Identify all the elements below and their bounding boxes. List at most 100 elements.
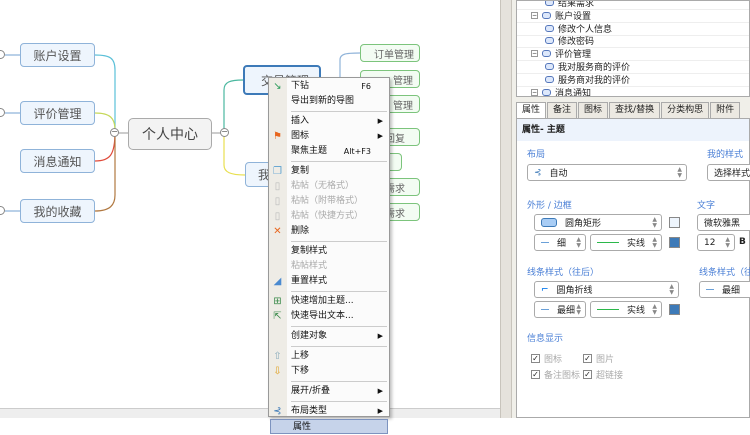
submenu-arrow-icon: ▶ [377, 407, 383, 415]
tree-item-label: 服务商对我的评价 [558, 75, 631, 86]
border-width-select[interactable]: 细 ▲ ▼ [534, 234, 586, 251]
mindmap-canvas[interactable]: − − 个人中心 账户设置 评价管理 消息通知 我的收藏 交易管理 我 订单管理… [0, 0, 500, 418]
collapse-toggle-right[interactable]: − [220, 128, 229, 137]
context-menu: ↘ 下钻 F6 导出到新的导图 插入 ▶ ⚑ 图标 ▶ 聚焦主题 Alt+F3 ❐ 复制 ▯ 粘帖（无格式）… [268, 77, 390, 434]
menu-item[interactable]: ▯ 粘帖（无格式） [269, 179, 389, 194]
show-icon-checkbox[interactable]: ✓ 图标 [531, 352, 562, 365]
tab-0[interactable]: 属性 [516, 102, 547, 118]
shape-select[interactable]: 圆角矩形 ▲ ▼ [534, 214, 662, 231]
tab-3[interactable]: 查找/替换 [609, 102, 661, 118]
menu-item[interactable]: 属性 [270, 419, 388, 434]
central-topic[interactable]: 个人中心 [128, 118, 212, 150]
topic-icon [545, 75, 554, 83]
collapse-toggle-left[interactable]: − [110, 128, 119, 137]
show-hyperlink-checkbox[interactable]: ✓ 超链接 [583, 368, 623, 381]
add-topic-icon: ⊞ [273, 296, 282, 307]
menu-item[interactable]: ↘ 下钻 F6 [269, 79, 389, 94]
menu-item[interactable]: ❐ 复制 [269, 164, 389, 179]
menu-shortcut: F6 [361, 82, 371, 91]
tree-item[interactable]: − 消息通知 [531, 86, 592, 97]
export-text-icon: ⇱ [273, 311, 282, 322]
line-before-width-select[interactable]: 最细 [699, 281, 750, 298]
menu-item[interactable]: ⇱ 快速导出文本... [269, 309, 389, 324]
line-width-select[interactable]: 最细 ▲ ▼ [534, 301, 586, 318]
tree-item[interactable]: − 评价管理 [531, 47, 591, 60]
menu-item-label: 上移 [291, 351, 310, 361]
menu-item[interactable]: ⊰ 布局类型 ▶ [269, 404, 389, 419]
border-color-swatch[interactable] [669, 237, 680, 248]
bold-button[interactable]: B [739, 237, 746, 247]
vertical-scrollbar[interactable] [500, 0, 512, 418]
tree-collapse-icon[interactable]: − [531, 88, 538, 96]
panel-tabs: 属性 备注 图标 查找/替换 分类构思 附件 [516, 102, 750, 118]
menu-item-label: 聚焦主题 [291, 146, 328, 156]
rounded-rect-icon [541, 218, 557, 227]
paste-icon: ▯ [274, 196, 281, 207]
menu-item[interactable]: ◢ 重置样式 [269, 274, 389, 289]
paste-icon: ▯ [274, 211, 281, 222]
tree-item[interactable]: − 账户设置 [531, 9, 591, 22]
tab-4[interactable]: 分类构思 [661, 102, 710, 118]
eraser-icon: ◢ [273, 276, 282, 287]
menu-item-label: 创建对象 [291, 331, 328, 341]
menu-item[interactable]: ▯ 粘帖（快捷方式） [269, 209, 389, 224]
line-color-swatch[interactable] [669, 304, 680, 315]
subtopic-node[interactable]: 订单管理 [360, 44, 420, 62]
tree-item[interactable]: 结果需求 [545, 1, 594, 9]
menu-item-label: 属性 [293, 422, 312, 432]
menu-item[interactable]: ⇧ 上移 [269, 349, 389, 364]
menu-item[interactable]: 粘帖样式 [269, 259, 389, 274]
show-note-icon-checkbox[interactable]: ✓ 备注图标 [531, 368, 580, 381]
topic-node[interactable]: 消息通知 [20, 149, 95, 173]
menu-item[interactable]: 展开/折叠 ▶ [269, 384, 389, 399]
tab-2[interactable]: 图标 [578, 102, 609, 118]
tree-item-label: 账户设置 [555, 11, 592, 22]
show-image-checkbox[interactable]: ✓ 图片 [583, 352, 614, 365]
tab-1[interactable]: 备注 [547, 102, 578, 118]
topic-node[interactable]: 账户设置 [20, 43, 95, 67]
menu-item[interactable]: ⚑ 图标 ▶ [269, 129, 389, 144]
topic-icon [542, 50, 551, 58]
elbow-line-icon: ⌐ [541, 284, 549, 295]
menu-item-label: 导出到新的导图 [291, 96, 355, 106]
tree-item[interactable]: 我对服务商的评价 [545, 60, 630, 73]
tree-item[interactable]: 修改密码 [545, 34, 594, 47]
line-after-label: 线条样式（往后） [527, 268, 600, 278]
menu-item-label: 快速导出文本... [291, 311, 354, 321]
menu-item[interactable]: ✕ 删除 [269, 224, 389, 239]
menu-item[interactable]: 创建对象 ▶ [269, 329, 389, 344]
layout-select[interactable]: ⊰ 自动 ▲ ▼ [527, 164, 687, 181]
menu-item[interactable]: ▯ 粘帖（附带格式） [269, 194, 389, 209]
tree-item[interactable]: 服务商对我的评价 [545, 73, 630, 86]
menu-item-label: 下移 [291, 366, 310, 376]
text-label: 文字 [697, 201, 716, 211]
tree-item[interactable]: 修改个人信息 [545, 22, 612, 35]
fill-color-swatch[interactable] [669, 217, 680, 228]
tab-5[interactable]: 附件 [710, 102, 741, 118]
line-shape-select[interactable]: ⌐ 圆角折线 ▲ ▼ [534, 281, 679, 298]
menu-item-label: 粘帖（无格式） [291, 181, 355, 191]
menu-separator [291, 326, 387, 327]
tree-collapse-icon[interactable]: − [531, 50, 538, 58]
my-style-select[interactable]: 选择样式并应用 [707, 164, 750, 181]
font-size-select[interactable]: 12 ▲ ▼ [697, 234, 735, 251]
menu-item[interactable]: ⇩ 下移 [269, 364, 389, 379]
horizontal-scrollbar[interactable] [0, 408, 500, 418]
outline-tree: 结果需求 − 账户设置 修改个人信息 修改密码 − 评价管理 我对服务商的评价 服务商对我的评价… [516, 0, 750, 97]
tree-item-label: 消息通知 [555, 88, 592, 97]
line-style-select[interactable]: 实线 ▲ ▼ [590, 301, 662, 318]
menu-item[interactable]: 复制样式 [269, 244, 389, 259]
menu-item[interactable]: 插入 ▶ [269, 114, 389, 129]
topic-node[interactable]: 我的收藏 [20, 199, 95, 223]
delete-icon: ✕ [273, 226, 282, 237]
line-before-label: 线条样式（往前） [699, 268, 750, 278]
topic-node[interactable]: 评价管理 [20, 101, 95, 125]
menu-item[interactable]: 聚焦主题 Alt+F3 [269, 144, 389, 159]
topic-icon [542, 11, 551, 19]
menu-item[interactable]: ⊞ 快速增加主题... [269, 294, 389, 309]
tree-collapse-icon[interactable]: − [531, 11, 538, 19]
menu-item[interactable]: 导出到新的导图 [269, 94, 389, 109]
tree-item-label: 修改个人信息 [558, 24, 613, 35]
border-style-select[interactable]: 实线 ▲ ▼ [590, 234, 662, 251]
font-select[interactable]: 微软雅黑 [697, 214, 750, 231]
